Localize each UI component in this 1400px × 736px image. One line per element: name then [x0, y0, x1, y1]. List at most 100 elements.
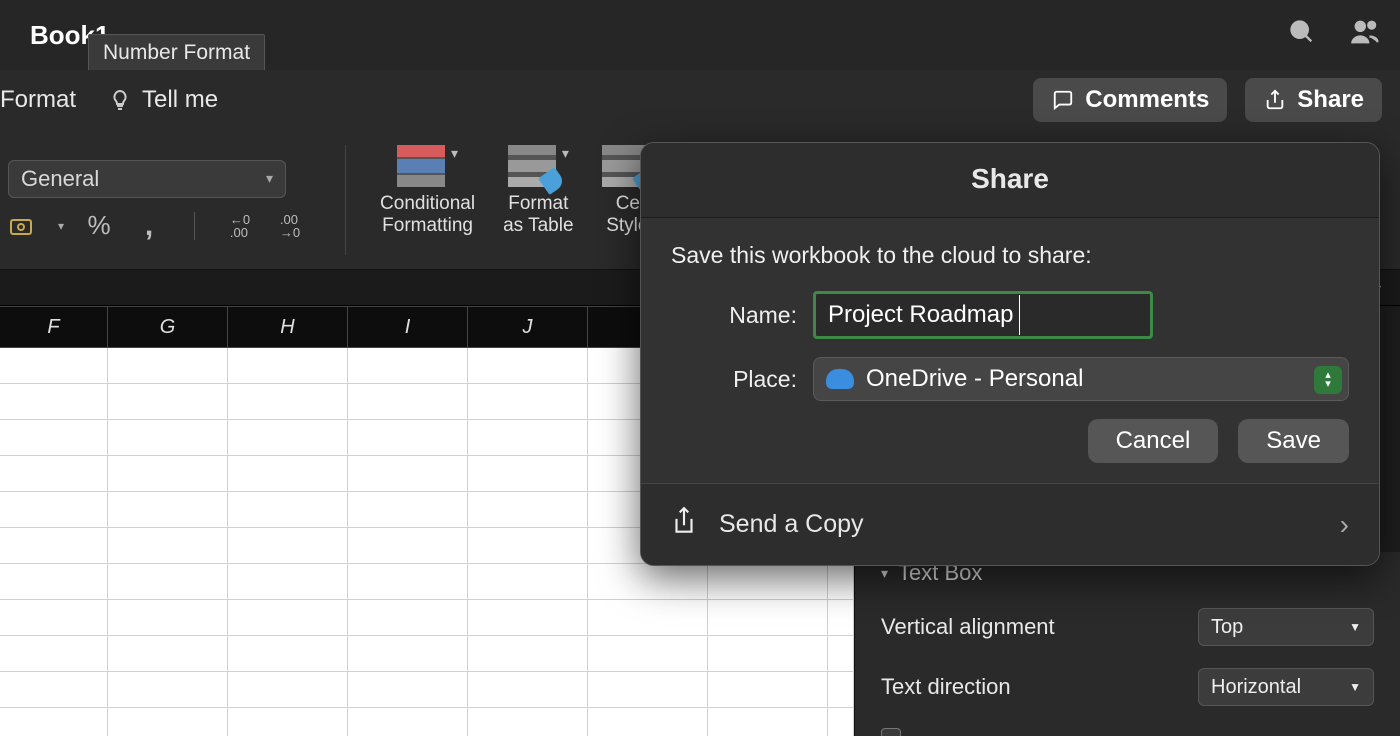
save-button[interactable]: Save [1238, 419, 1349, 463]
cell[interactable] [228, 456, 348, 492]
number-format-combo[interactable]: General ▾ [8, 160, 286, 198]
cell[interactable] [708, 708, 828, 736]
cell[interactable] [468, 600, 588, 636]
increase-decimal-icon[interactable]: .00 →0 [275, 213, 305, 239]
vertical-alignment-select[interactable]: Top ▼ [1198, 608, 1374, 646]
cell[interactable] [108, 348, 228, 384]
cell[interactable] [708, 636, 828, 672]
cell[interactable] [108, 384, 228, 420]
menu-tell-me[interactable]: Tell me [92, 86, 234, 114]
col-header-i[interactable]: I [348, 307, 468, 347]
cell[interactable] [828, 600, 854, 636]
cell[interactable] [468, 636, 588, 672]
name-input[interactable] [813, 291, 1153, 339]
cell[interactable] [108, 456, 228, 492]
col-header-j[interactable]: J [468, 307, 588, 347]
cell[interactable] [228, 528, 348, 564]
cell[interactable] [348, 420, 468, 456]
cell[interactable] [828, 564, 854, 600]
cell[interactable] [588, 708, 708, 736]
cell[interactable] [0, 708, 108, 736]
cell[interactable] [348, 528, 468, 564]
cell[interactable] [348, 708, 468, 736]
cell[interactable] [588, 636, 708, 672]
cell[interactable] [828, 636, 854, 672]
cell[interactable] [348, 564, 468, 600]
col-header-g[interactable]: G [108, 307, 228, 347]
cell[interactable] [0, 672, 108, 708]
cell[interactable] [108, 636, 228, 672]
cell[interactable] [0, 636, 108, 672]
cell[interactable] [108, 600, 228, 636]
chevron-down-icon: ▼ [1349, 620, 1361, 634]
cell[interactable] [0, 348, 108, 384]
cell[interactable] [348, 384, 468, 420]
comments-button[interactable]: Comments [1033, 78, 1227, 122]
conditional-formatting-button[interactable]: ▾ Conditional Formatting [380, 145, 475, 239]
cell[interactable] [348, 636, 468, 672]
percent-style-icon[interactable]: % [84, 213, 114, 239]
cell[interactable] [108, 564, 228, 600]
cell[interactable] [0, 564, 108, 600]
cell[interactable] [708, 600, 828, 636]
menu-format[interactable]: Format [0, 86, 92, 114]
cell[interactable] [0, 600, 108, 636]
cancel-button[interactable]: Cancel [1088, 419, 1219, 463]
cell[interactable] [348, 456, 468, 492]
cell[interactable] [228, 564, 348, 600]
cell[interactable] [468, 384, 588, 420]
cell[interactable] [0, 528, 108, 564]
accounting-format-icon[interactable] [8, 213, 38, 239]
place-select[interactable]: OneDrive - Personal ▴▾ [813, 357, 1349, 401]
col-header-f[interactable]: F [0, 307, 108, 347]
cell[interactable] [468, 708, 588, 736]
cell[interactable] [828, 672, 854, 708]
cell[interactable] [228, 492, 348, 528]
cell[interactable] [108, 672, 228, 708]
cell[interactable] [348, 492, 468, 528]
cell[interactable] [228, 636, 348, 672]
decrease-decimal-icon[interactable]: ←0 .00 [225, 213, 255, 239]
cell[interactable] [588, 672, 708, 708]
resize-shape-checkbox[interactable] [881, 728, 901, 736]
cell[interactable] [708, 672, 828, 708]
cell[interactable] [228, 672, 348, 708]
text-direction-select[interactable]: Horizontal ▼ [1198, 668, 1374, 706]
cell[interactable] [468, 420, 588, 456]
cell[interactable] [108, 492, 228, 528]
cell[interactable] [0, 420, 108, 456]
cell[interactable] [588, 600, 708, 636]
cell[interactable] [0, 492, 108, 528]
cell[interactable] [468, 492, 588, 528]
cell[interactable] [708, 564, 828, 600]
chevron-down-icon[interactable]: ▾ [58, 219, 64, 233]
cell[interactable] [468, 564, 588, 600]
comma-style-icon[interactable]: , [134, 213, 164, 239]
cell[interactable] [468, 456, 588, 492]
cell[interactable] [828, 708, 854, 736]
cell[interactable] [228, 348, 348, 384]
cell[interactable] [228, 708, 348, 736]
search-icon[interactable] [1288, 18, 1316, 51]
people-icon[interactable] [1350, 18, 1382, 51]
cell[interactable] [348, 348, 468, 384]
cell[interactable] [468, 528, 588, 564]
cell[interactable] [228, 600, 348, 636]
cell[interactable] [348, 600, 468, 636]
cell[interactable] [588, 564, 708, 600]
cell[interactable] [228, 420, 348, 456]
cell[interactable] [468, 348, 588, 384]
send-a-copy-row[interactable]: Send a Copy › [641, 483, 1379, 565]
cell[interactable] [228, 384, 348, 420]
cell[interactable] [0, 384, 108, 420]
col-header-h[interactable]: H [228, 307, 348, 347]
format-as-table-button[interactable]: ▾ Format as Table [503, 145, 573, 239]
fat-label-2: as Table [503, 215, 573, 238]
cell[interactable] [108, 420, 228, 456]
cell[interactable] [348, 672, 468, 708]
cell[interactable] [468, 672, 588, 708]
cell[interactable] [0, 456, 108, 492]
cell[interactable] [108, 528, 228, 564]
share-button[interactable]: Share [1245, 78, 1382, 122]
cell[interactable] [108, 708, 228, 736]
